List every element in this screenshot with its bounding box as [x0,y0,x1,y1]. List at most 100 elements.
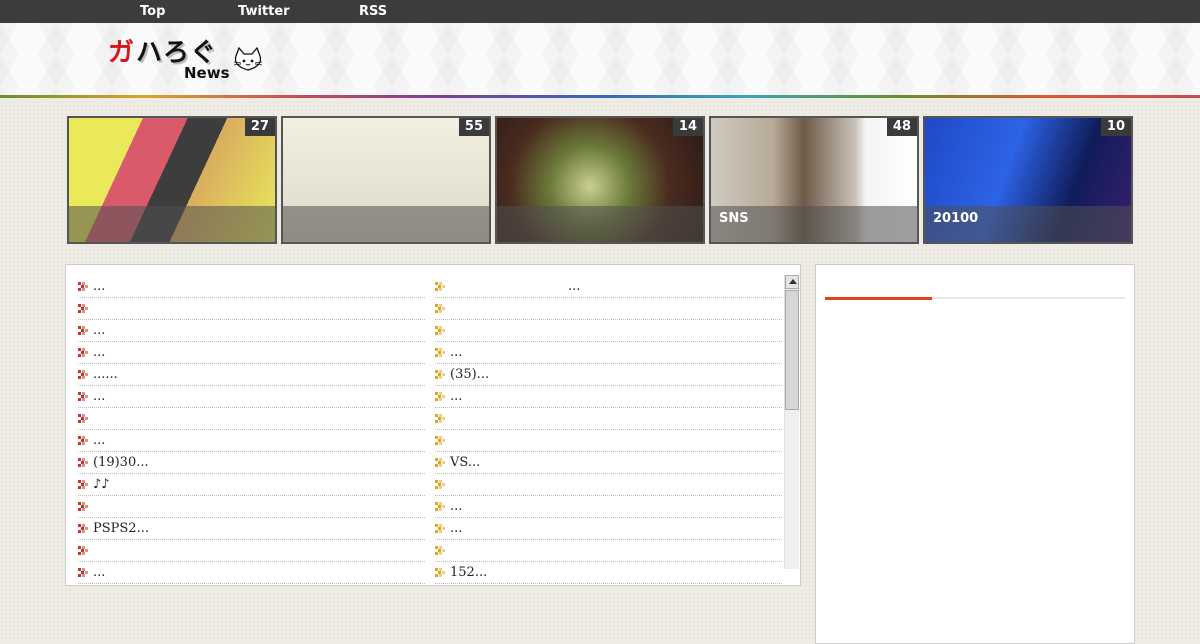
bullet-arrow-icon [78,414,88,423]
list-item-title: ... [93,279,106,294]
list-item[interactable]: ... [78,431,425,452]
bullet-arrow-icon [78,392,88,401]
list-item-title: ... [93,323,106,338]
header-rainbow-divider [0,95,1200,98]
list-item[interactable]: PSPS2... [78,519,425,540]
bullet-arrow-icon [78,458,88,467]
bullet-arrow-icon [78,502,88,511]
bullet-arrow-icon [435,524,445,533]
article-list-left: ..................... (19)30... ♪♪ PSPS2...… [78,277,425,585]
logo-subtitle: News [184,64,230,82]
list-item[interactable] [78,409,425,430]
sidebar-tab-active-indicator[interactable] [825,297,932,300]
list-item-title: (35)... [450,367,490,382]
list-item[interactable]: ... [435,497,782,518]
list-item-title: PSPS2... [93,521,149,536]
feature-caption: 20100 [933,211,979,226]
list-item[interactable]: ♪♪ [78,475,425,496]
list-item[interactable]: ...... [78,365,425,386]
bullet-arrow-icon [435,414,445,423]
feature-card-3[interactable]: 14 [495,116,705,244]
bullet-arrow-icon [78,348,88,357]
feature-overlay [283,206,489,242]
bullet-arrow-icon [78,480,88,489]
list-item[interactable] [78,541,425,562]
logo-text-red: ガ [108,38,135,68]
list-item[interactable]: ... [78,277,425,298]
list-item-title: ... [93,433,106,448]
list-item[interactable]: ... [435,277,782,298]
bullet-arrow-icon [435,392,445,401]
list-item-title: ...... [93,367,118,382]
list-item-title: ... [450,389,463,404]
feature-caption: SNS [719,211,749,226]
bullet-arrow-icon [435,326,445,335]
bullet-arrow-icon [78,524,88,533]
list-item[interactable] [78,299,425,320]
list-item-title: 152... [450,565,488,580]
nav-link-twitter[interactable]: Twitter [238,0,290,23]
scroll-up-button[interactable] [785,275,799,289]
list-item[interactable]: ... [78,321,425,342]
bullet-arrow-icon [78,304,88,313]
list-item-title: ... [93,345,106,360]
feature-card-4[interactable]: SNS 48 [709,116,919,244]
bullet-arrow-icon [435,348,445,357]
feature-card-2[interactable]: 55 [281,116,491,244]
list-item[interactable]: 152... [435,563,782,584]
bullet-arrow-icon [435,282,445,291]
list-item[interactable]: ... [435,519,782,540]
bullet-arrow-icon [78,370,88,379]
nav-link-rss[interactable]: RSS [359,0,387,23]
list-item[interactable]: ... [435,343,782,364]
bullet-arrow-icon [78,546,88,555]
list-scrollbar[interactable] [784,275,799,569]
bullet-arrow-icon [435,568,445,577]
bullet-arrow-icon [435,502,445,511]
list-item[interactable]: VS... [435,453,782,474]
list-item[interactable] [435,431,782,452]
feature-count-badge: 48 [886,118,917,136]
cat-mascot-icon [233,46,263,71]
bullet-arrow-icon [78,326,88,335]
bullet-arrow-icon [78,568,88,577]
top-navigation-bar: Top Twitter RSS [0,0,1200,23]
list-item[interactable] [435,321,782,342]
article-list-right: ...... (35)...... VS......... 152... [435,277,782,585]
nav-link-top[interactable]: Top [140,0,165,23]
list-item-title: VS... [450,455,481,470]
feature-card-1[interactable]: 27 [67,116,277,244]
feature-count-badge: 10 [1100,118,1131,136]
list-item-title: ... [450,521,463,536]
feature-overlay [497,206,703,242]
list-item[interactable] [435,475,782,496]
feature-count-badge: 27 [244,118,275,136]
scroll-thumb[interactable] [785,290,799,410]
feature-overlay [69,206,275,242]
list-item[interactable]: ... [78,387,425,408]
list-item[interactable]: (19)30... [78,453,425,474]
list-item[interactable] [435,541,782,562]
bullet-arrow-icon [435,304,445,313]
list-item[interactable]: (35)... [435,365,782,386]
bullet-arrow-icon [78,282,88,291]
list-item[interactable] [435,299,782,320]
list-item-title: (19)30... [93,455,149,470]
list-item-title: ... [93,565,106,580]
list-item-title: ... [93,389,106,404]
feature-card-5[interactable]: 20100 10 [923,116,1133,244]
list-item[interactable]: ... [78,343,425,364]
feature-count-badge: 55 [458,118,489,136]
list-item[interactable]: ... [435,387,782,408]
list-item[interactable] [78,497,425,518]
list-item[interactable] [435,409,782,430]
feature-count-badge: 14 [672,118,703,136]
list-item-title: ... [568,279,581,294]
bullet-arrow-icon [435,370,445,379]
list-item[interactable]: ... [78,563,425,584]
list-item-title: ♪♪ [93,477,110,492]
list-item-title: ... [450,499,463,514]
bullet-arrow-icon [435,480,445,489]
bullet-arrow-icon [435,436,445,445]
bullet-arrow-icon [435,458,445,467]
